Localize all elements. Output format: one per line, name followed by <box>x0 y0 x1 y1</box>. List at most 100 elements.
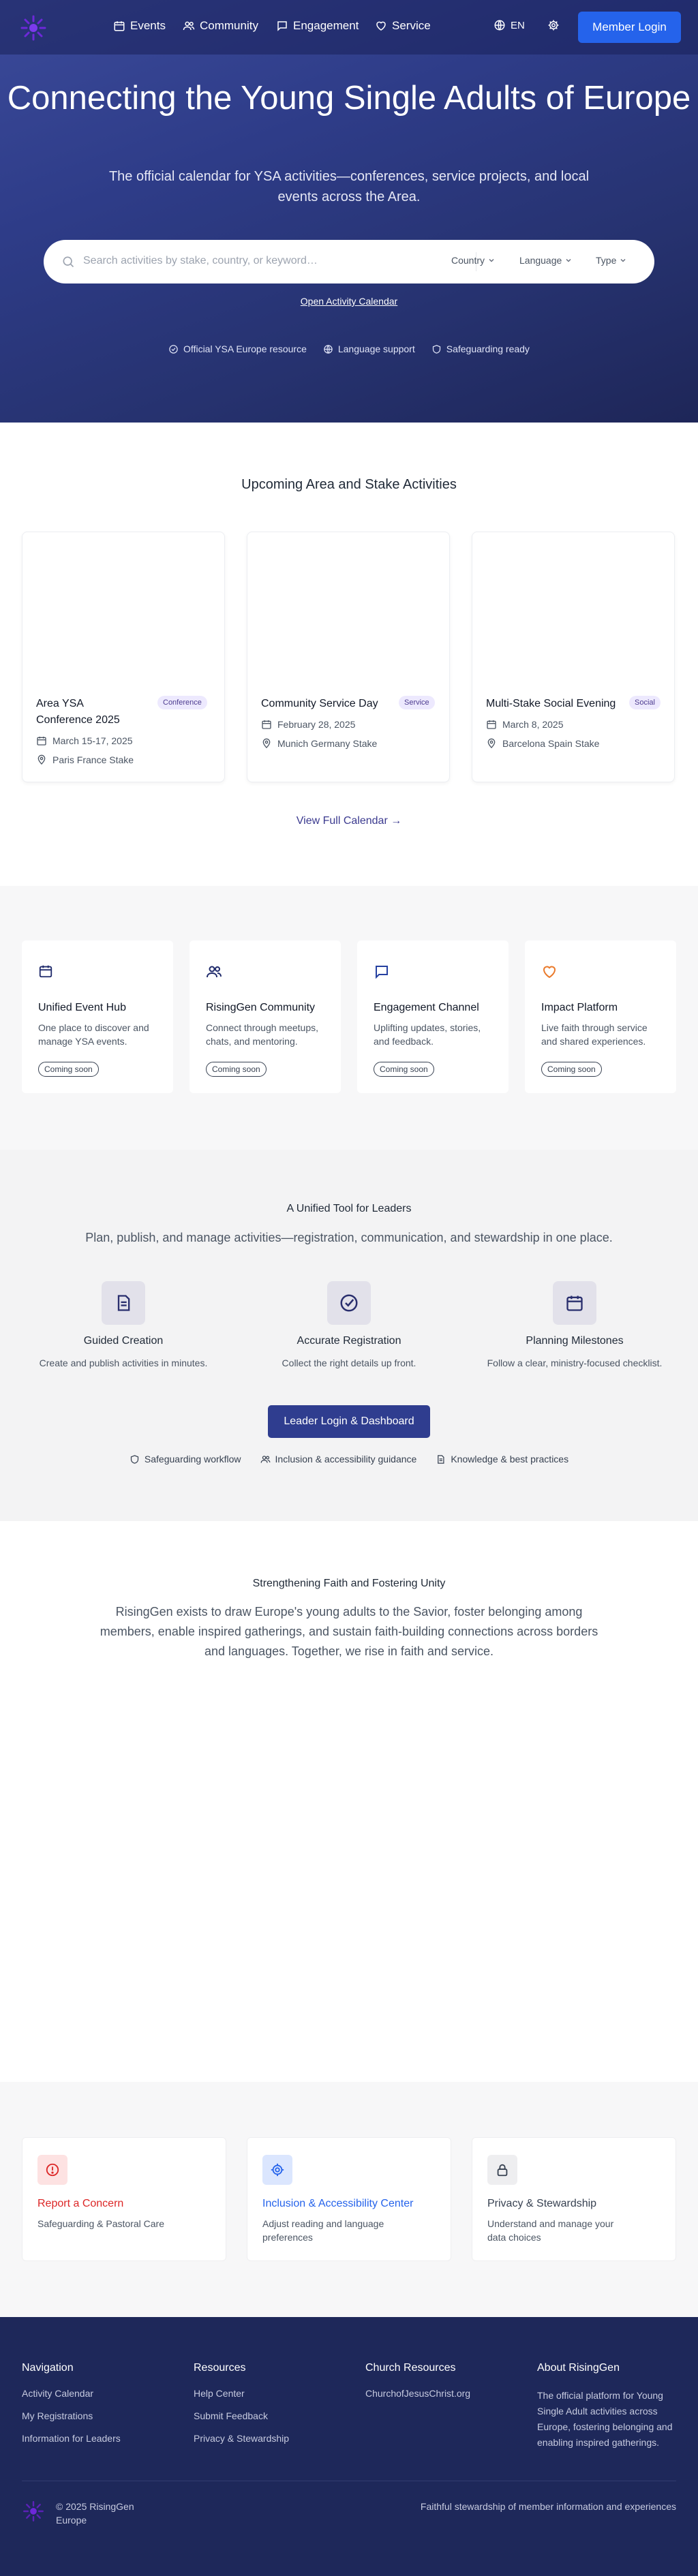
footer-link[interactable]: Activity Calendar <box>22 2388 121 2399</box>
country-filter-label: Country <box>451 255 485 266</box>
search-icon <box>63 256 74 268</box>
faith-title: Strengthening Faith and Fostering Unity <box>252 1578 446 1589</box>
lead-icon-box <box>553 1281 596 1325</box>
footer-link[interactable]: Submit Feedback <box>194 2410 289 2421</box>
shield-icon <box>130 1454 139 1464</box>
event-date: February 28, 2025 <box>261 719 355 730</box>
help-card-report[interactable]: Report a Concern Safeguarding & Pastoral… <box>22 2137 226 2261</box>
location-pin-icon <box>37 754 46 765</box>
gear-icon <box>548 20 559 31</box>
footer-link[interactable]: Information for Leaders <box>22 2433 121 2444</box>
footer-column-about: About RisingGen The official platform fo… <box>537 2362 678 2451</box>
footer-about-text: The official platform for Young Single A… <box>537 2390 673 2448</box>
language-selector[interactable]: EN <box>494 19 525 31</box>
event-date-text: March 15-17, 2025 <box>52 735 133 746</box>
feature-title: Unified Event Hub <box>38 1002 126 1013</box>
lead-icon-box <box>102 1281 145 1325</box>
feature-description: Connect through meetups, chats, and ment… <box>206 1022 318 1047</box>
nav-community[interactable]: Community <box>183 19 258 33</box>
footer-link[interactable]: Help Center <box>194 2388 289 2399</box>
feature-description: Live faith through service and shared ex… <box>541 1022 648 1047</box>
nav-service[interactable]: Service <box>375 19 431 33</box>
view-full-calendar-link[interactable]: View Full Calendar → <box>0 815 698 827</box>
language-filter[interactable]: Language <box>519 255 572 266</box>
footer-copyright: © 2025 RisingGen Europe <box>56 2501 134 2526</box>
country-filter[interactable]: Country <box>451 255 495 266</box>
globe-icon <box>494 20 505 31</box>
event-tag: Social <box>629 696 661 709</box>
event-title: Community Service Day <box>261 698 378 709</box>
feature-card: Impact Platform Live faith through servi… <box>525 940 676 1093</box>
heart-icon <box>376 21 386 31</box>
lock-icon <box>497 2164 508 2177</box>
type-filter-label: Type <box>596 255 617 266</box>
calendar-icon <box>262 720 271 729</box>
check-circle-icon <box>340 1294 358 1312</box>
lead-item-desc: Collect the right details up front. <box>282 1358 416 1368</box>
nav-events[interactable]: Events <box>113 19 166 33</box>
chat-icon <box>277 21 287 31</box>
leaders-subtitle: Plan, publish, and manage activities—reg… <box>85 1231 613 1244</box>
users-icon <box>260 1455 270 1463</box>
lead-item-desc: Follow a clear, ministry-focused checkli… <box>487 1358 663 1368</box>
type-filter[interactable]: Type <box>596 255 626 266</box>
footer-column-navigation: Navigation Activity Calendar My Registra… <box>22 2362 121 2455</box>
calendar-icon <box>37 737 46 746</box>
site-logo[interactable] <box>19 14 48 42</box>
event-location-text: Paris France Stake <box>52 754 134 765</box>
search-bar: Search activities by stake, country, or … <box>44 240 654 283</box>
footer-link[interactable]: Privacy & Stewardship <box>194 2433 289 2444</box>
leader-badge-label: Inclusion & accessibility guidance <box>275 1454 417 1465</box>
leader-login-button[interactable]: Leader Login & Dashboard <box>268 1405 430 1438</box>
event-location: Barcelona Spain Stake <box>486 738 599 749</box>
event-tag: Conference <box>157 696 207 709</box>
hero-badge: Official YSA Europe resource <box>168 343 307 354</box>
settings-button[interactable] <box>547 19 560 31</box>
check-circle-icon <box>169 344 178 354</box>
feature-title: RisingGen Community <box>206 1002 316 1013</box>
globe-icon <box>324 344 333 354</box>
help-icon-box <box>487 2155 517 2185</box>
footer-link[interactable]: ChurchofJesusChrist.org <box>365 2388 470 2399</box>
event-tag: Service <box>399 696 435 709</box>
event-card[interactable]: Community Service Day Service February 2… <box>247 532 450 782</box>
document-icon <box>117 1295 130 1311</box>
event-location-text: Munich Germany Stake <box>277 738 378 749</box>
leader-badge-label: Knowledge & best practices <box>451 1454 569 1465</box>
search-input[interactable]: Search activities by stake, country, or … <box>83 255 318 267</box>
event-location: Munich Germany Stake <box>261 738 377 749</box>
footer-link[interactable]: My Registrations <box>22 2410 121 2421</box>
calendar-icon <box>114 21 125 31</box>
help-title: Privacy & Stewardship <box>487 2198 597 2209</box>
help-description: Adjust reading and language preferences <box>262 2218 384 2243</box>
footer-tagline: Faithful stewardship of member informati… <box>420 2501 676 2512</box>
event-date: March 8, 2025 <box>486 719 564 730</box>
lead-item-desc: Create and publish activities in minutes… <box>39 1358 208 1368</box>
lead-item-title: Accurate Registration <box>297 1335 401 1347</box>
language-filter-label: Language <box>519 255 562 266</box>
help-card-privacy[interactable]: Privacy & Stewardship Understand and man… <box>472 2137 676 2261</box>
hero-badge-label: Official YSA Europe resource <box>183 343 307 354</box>
nav-engagement-label: Engagement <box>293 19 359 32</box>
help-card-accessibility[interactable]: Inclusion & Accessibility Center Adjust … <box>247 2137 451 2261</box>
help-description: Safeguarding & Pastoral Care <box>37 2218 164 2229</box>
feature-card: Unified Event Hub One place to discover … <box>22 940 173 1093</box>
shield-icon <box>432 344 440 354</box>
feature-description: One place to discover and manage YSA eve… <box>38 1022 149 1047</box>
coming-soon-badge: Coming soon <box>541 1062 602 1077</box>
member-login-button[interactable]: Member Login <box>578 12 681 43</box>
language-label: EN <box>511 19 525 31</box>
event-title: Area YSA Conference 2025 <box>36 698 120 726</box>
open-activity-calendar-link[interactable]: Open Activity Calendar <box>0 296 698 307</box>
nav-engagement[interactable]: Engagement <box>276 19 359 33</box>
footer-column-resources: Resources Help Center Submit Feedback Pr… <box>194 2362 289 2455</box>
event-card[interactable]: Area YSA Conference 2025 Conference Marc… <box>22 532 225 782</box>
hero-badge-label: Language support <box>337 343 415 354</box>
event-card[interactable]: Multi-Stake Social Evening Social March … <box>472 532 675 782</box>
footer-heading: Resources <box>194 2362 246 2374</box>
faith-body: RisingGen exists to draw Europe's young … <box>100 1605 598 1658</box>
chevron-down-icon <box>489 258 494 262</box>
hero-badge: Language support <box>323 343 415 354</box>
help-icon-box <box>262 2155 292 2185</box>
leaders-title: A Unified Tool for Leaders <box>286 1203 412 1214</box>
